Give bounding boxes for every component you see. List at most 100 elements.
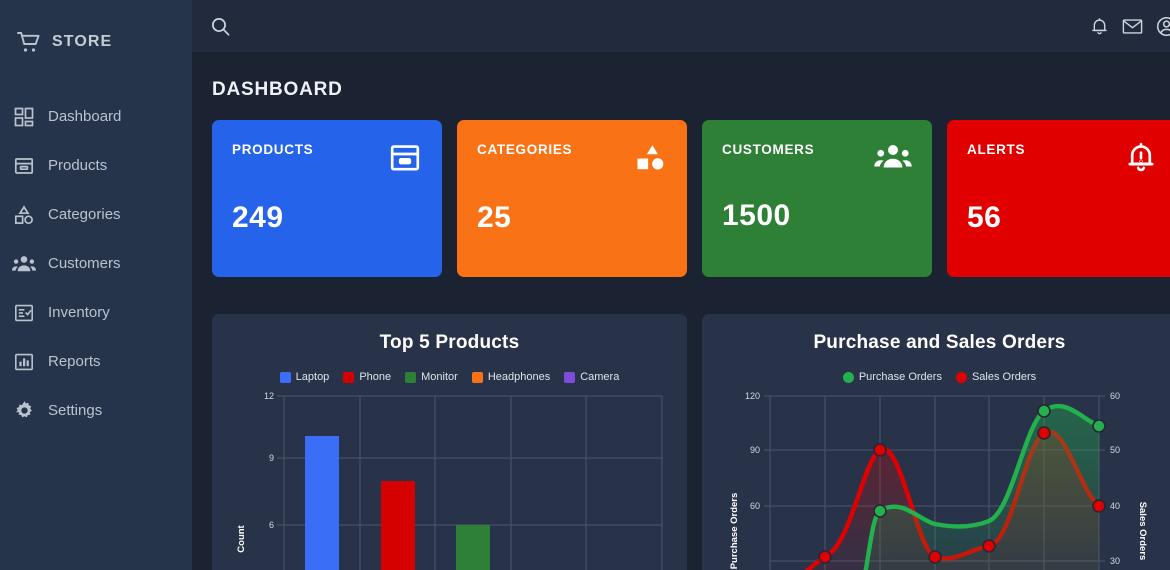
right-y-tick-label: 30 [1110,556,1120,566]
chart-title: Top 5 Products [379,332,520,353]
legend-item[interactable]: Camera [564,371,619,383]
y-axis-title: Count [236,524,247,552]
search-icon[interactable] [210,16,231,37]
legend-item[interactable]: Headphones [471,371,551,383]
stat-card-categories[interactable]: CATEGORIES 25 [457,120,687,277]
stat-card-products[interactable]: PRODUCTS 249 [212,120,442,277]
account-circle-icon[interactable] [1156,16,1170,37]
topbar [192,0,1170,53]
legend-label: Purchase Orders [858,371,942,383]
sidebar-item-label: Dashboard [48,108,122,125]
main-content: DASHBOARD PRODUCTS 249 CATEGORIES 25 CUS… [192,0,1170,570]
legend-swatch [471,371,483,383]
data-point-purchase[interactable] [1037,404,1051,418]
topbar-actions [1090,16,1170,37]
bar-plot: 12 9 6 Count [222,391,677,570]
sidebar-item-reports[interactable]: Reports [0,337,192,386]
page-title: DASHBOARD [212,79,343,100]
sidebar-item-label: Inventory [48,304,110,321]
sidebar: STORE Dashboard Products Categories Cust… [0,0,192,570]
stat-card-label: PRODUCTS [232,142,314,157]
chart-legend: Purchase Orders Sales Orders [712,371,1167,383]
sidebar-item-label: Customers [48,255,121,272]
data-point-purchase[interactable] [1092,419,1106,433]
right-y-tick-label: 60 [1110,391,1120,401]
gear-icon [12,399,36,423]
stat-card-value: 1500 [722,199,791,232]
left-y-tick-label: 60 [750,501,760,511]
data-point-sales[interactable] [1037,426,1051,440]
people-icon [874,142,912,172]
legend-item[interactable]: Monitor [405,371,458,383]
legend-item[interactable]: Purchase Orders [842,371,942,383]
data-point-sales[interactable] [818,550,832,564]
bell-icon[interactable] [1090,17,1109,36]
shapes-icon [12,203,36,227]
legend-label: Headphones [487,371,551,383]
y-tick-label: 9 [269,453,274,463]
clipboard-check-icon [12,301,36,325]
data-point-sales[interactable] [982,539,996,553]
shopping-cart-icon [16,30,42,54]
stat-card-alerts[interactable]: ALERTS 56 [947,120,1170,277]
legend-label: Sales Orders [971,371,1037,383]
legend-swatch [279,371,291,383]
people-icon [12,252,36,276]
data-point-sales[interactable] [873,443,887,457]
stat-cards: PRODUCTS 249 CATEGORIES 25 CUSTOMERS 150… [192,101,1170,277]
line-chart-svg: 120 90 60 Purchase Orders 60 50 40 30 Sa… [729,391,1148,570]
bar-monitor[interactable] [456,525,490,570]
panel-purchase-sales: Purchase and Sales Orders Purchase Order… [702,314,1170,570]
legend-label: Phone [359,371,392,383]
bar-phone[interactable] [381,481,415,570]
shapes-icon [633,142,667,174]
legend-swatch [343,371,355,383]
legend-swatch [842,371,854,383]
sidebar-item-label: Categories [48,206,121,223]
mail-icon[interactable] [1122,17,1143,36]
bar-chart-svg: 12 9 6 Count [236,391,663,570]
sidebar-item-products[interactable]: Products [0,141,192,190]
chart-panels: Top 5 Products Laptop Phone Monitor Head… [192,277,1170,570]
stat-card-value: 25 [477,201,512,234]
sidebar-item-categories[interactable]: Categories [0,190,192,239]
sidebar-item-inventory[interactable]: Inventory [0,288,192,337]
dashboard-app: STORE Dashboard Products Categories Cust… [0,0,1170,570]
stat-card-label: CATEGORIES [477,142,573,157]
panel-top-products: Top 5 Products Laptop Phone Monitor Head… [212,314,687,570]
chart-title: Purchase and Sales Orders [813,332,1066,353]
box-icon [388,142,422,174]
legend-item[interactable]: Laptop [279,371,330,383]
y-tick-label: 12 [264,391,274,401]
y-tick-label: 6 [269,520,274,530]
legend-item[interactable]: Sales Orders [955,371,1037,383]
legend-label: Laptop [295,371,330,383]
data-point-sales[interactable] [928,550,942,564]
sidebar-item-label: Products [48,157,108,174]
stat-card-customers[interactable]: CUSTOMERS 1500 [702,120,932,277]
chart-legend: Laptop Phone Monitor Headphones Camera [222,371,677,383]
data-point-purchase[interactable] [873,504,887,518]
sidebar-item-customers[interactable]: Customers [0,239,192,288]
data-point-sales[interactable] [1092,499,1106,513]
sidebar-nav: Dashboard Products Categories Customers … [0,92,192,435]
legend-item[interactable]: Phone [343,371,391,383]
bell-alert-icon [1125,142,1157,174]
right-y-tick-label: 40 [1110,501,1120,511]
right-y-tick-label: 50 [1110,445,1120,455]
brand-logo[interactable]: STORE [0,0,192,60]
dashboard-grid-icon [12,105,36,129]
box-icon [12,154,36,178]
bar-laptop[interactable] [305,436,339,570]
line-plot: 120 90 60 Purchase Orders 60 50 40 30 Sa… [712,391,1167,570]
left-y-tick-label: 90 [750,445,760,455]
stat-card-value: 56 [967,201,1002,234]
sidebar-item-dashboard[interactable]: Dashboard [0,92,192,141]
left-y-axis-title: Purchase Orders [729,493,740,570]
left-y-tick-label: 120 [745,391,760,401]
legend-swatch [405,371,417,383]
sidebar-item-settings[interactable]: Settings [0,386,192,435]
legend-swatch [564,371,576,383]
stat-card-label: ALERTS [967,142,1026,157]
brand-label: STORE [52,33,113,50]
